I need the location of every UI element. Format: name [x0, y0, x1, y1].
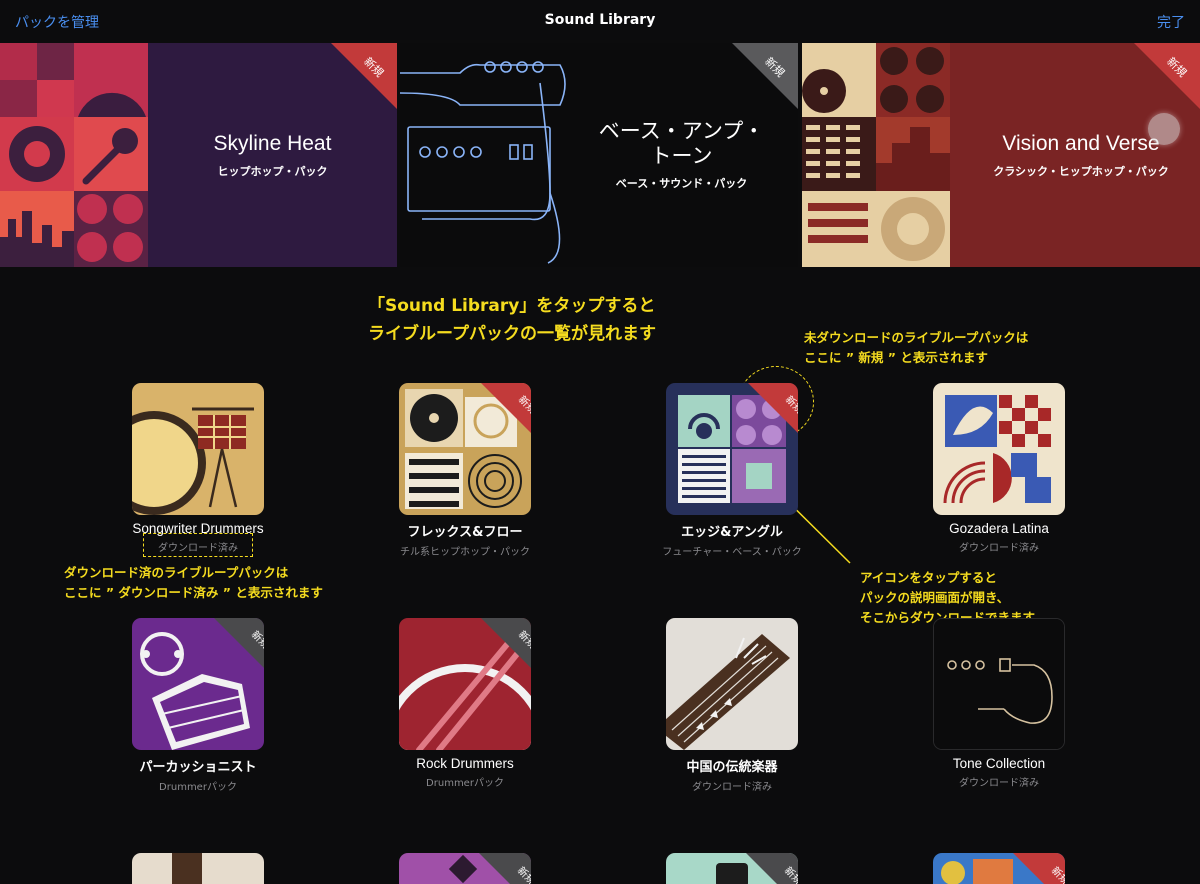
pack-tile[interactable]: 新規 [399, 383, 531, 515]
pack-rock-drummers[interactable]: 新規 Rock Drummers Drummerパック [345, 618, 585, 789]
tile-artwork [941, 861, 965, 884]
pack-row3-tile-2[interactable]: 新規 [399, 853, 531, 884]
pack-tile[interactable] [933, 383, 1065, 515]
guzheng-artwork [666, 618, 798, 750]
pack-status: ダウンロード済み [959, 778, 1039, 789]
pack-gozadera-latina[interactable]: Gozadera Latina ダウンロード済み [879, 383, 1119, 554]
pack-name: 中国の伝統楽器 [686, 760, 778, 775]
pack-name: フレックス&フロー [407, 525, 523, 540]
pack-tile[interactable]: 新規 [399, 618, 531, 750]
pack-tile[interactable]: 新規 [132, 618, 264, 750]
pack-tile[interactable] [666, 618, 798, 750]
tile-artwork [448, 854, 478, 884]
pack-name: Songwriter Drummers [132, 521, 264, 536]
latin-artwork [933, 383, 1065, 515]
pack-name: エッジ&アングル [681, 525, 783, 540]
pack-flex-and-flow[interactable]: 新規 フレックス&フロー チル系ヒップホップ・パック [345, 383, 585, 558]
pack-name: Gozadera Latina [949, 521, 1049, 536]
pack-row3-tile-4[interactable]: 新規 [933, 853, 1065, 884]
pack-status: フューチャー・ベース・パック [662, 547, 802, 558]
amp-artwork [934, 619, 1064, 749]
pack-edge-and-angle[interactable]: 新規 エッジ&アングル フューチャー・ベース・パック [612, 383, 852, 558]
new-badge: 新規 [481, 618, 531, 668]
tile-artwork [716, 863, 748, 884]
tile-artwork [973, 859, 1013, 884]
pack-status: ダウンロード済み [692, 782, 772, 793]
pack-status: チル系ヒップホップ・パック [400, 547, 530, 558]
new-badge: 新規 [481, 383, 531, 433]
new-badge: 新規 [746, 853, 798, 884]
pack-status: Drummerパック [159, 782, 237, 793]
pack-status: ダウンロード済み [158, 543, 238, 554]
new-badge: 新規 [1013, 853, 1065, 884]
pack-percussionist[interactable]: 新規 パーカッショニスト Drummerパック [78, 618, 318, 793]
pack-tone-collection[interactable]: Tone Collection ダウンロード済み [879, 618, 1119, 789]
new-badge: 新規 [479, 853, 531, 884]
new-badge: 新規 [214, 618, 264, 668]
pack-tile[interactable] [933, 618, 1065, 750]
new-badge: 新規 [748, 383, 798, 433]
pack-status: ダウンロード済み [959, 543, 1039, 554]
pack-name: パーカッショニスト [139, 760, 257, 775]
pack-status: Drummerパック [426, 778, 504, 789]
tile-artwork [172, 853, 202, 884]
pack-row3-tile-3[interactable]: 新規 [666, 853, 798, 884]
pack-chinese-traditional-instruments[interactable]: 中国の伝統楽器 ダウンロード済み [612, 618, 852, 793]
pack-tile[interactable] [132, 383, 264, 515]
pack-name: Rock Drummers [416, 756, 514, 771]
pack-row3-tile-1[interactable] [132, 853, 264, 884]
pack-tile[interactable]: 新規 [666, 383, 798, 515]
pack-name: Tone Collection [952, 756, 1046, 771]
drum-kit-artwork [132, 383, 264, 515]
pack-songwriter-drummers[interactable]: Songwriter Drummers ダウンロード済み [78, 383, 318, 554]
